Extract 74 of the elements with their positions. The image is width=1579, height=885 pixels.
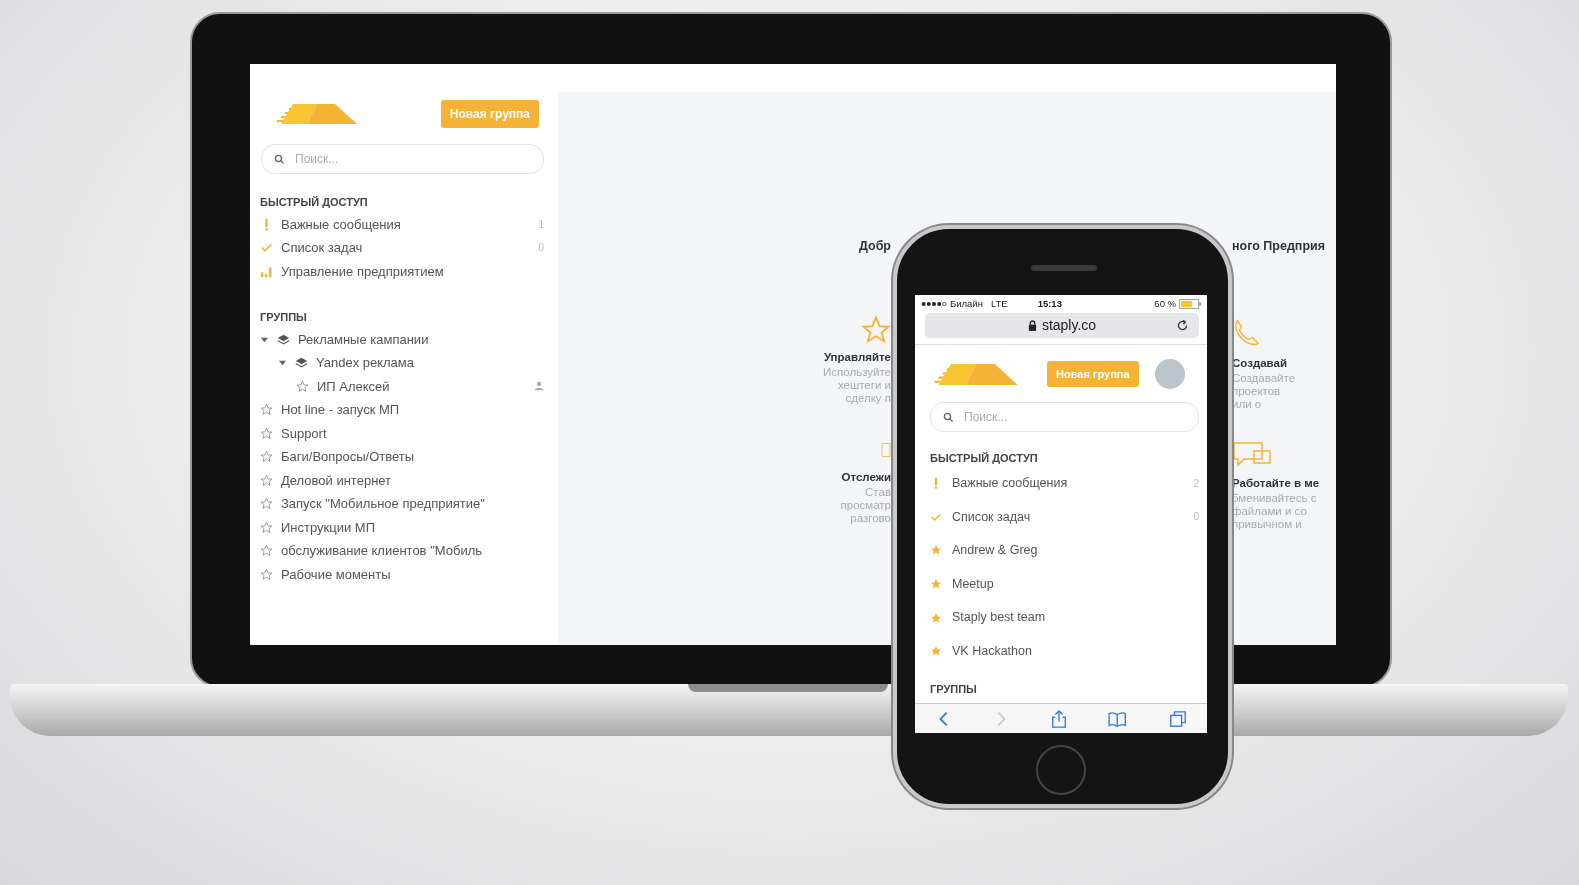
star-icon bbox=[930, 578, 942, 591]
feature-text: бменивайтесь с файлами и со привычном и bbox=[1232, 492, 1317, 531]
sidebar-item[interactable]: Список задач bbox=[952, 507, 1031, 527]
star-outline-icon bbox=[260, 544, 273, 558]
share-icon[interactable] bbox=[1049, 709, 1069, 728]
group-item[interactable]: Баги/Вопросы/Ответы bbox=[281, 447, 415, 467]
star-outline-icon bbox=[296, 379, 309, 393]
group-item[interactable]: Рабочие моменты bbox=[281, 564, 391, 584]
home-button[interactable] bbox=[1036, 745, 1086, 795]
search-field[interactable]: Поиск... bbox=[261, 144, 544, 174]
stack-icon bbox=[277, 332, 290, 346]
group-item[interactable]: Yandex реклама bbox=[316, 353, 414, 373]
group-item[interactable]: ИП Алексей bbox=[317, 376, 390, 396]
search-icon bbox=[943, 411, 954, 423]
battery-icon bbox=[1179, 299, 1201, 309]
group-item[interactable]: Инструкции МП bbox=[281, 517, 375, 537]
star-outline-icon bbox=[861, 315, 891, 345]
star-icon bbox=[930, 544, 942, 557]
tabs-icon[interactable] bbox=[1168, 709, 1189, 728]
lock-icon bbox=[1027, 320, 1037, 331]
sidebar-item[interactable]: Управление предприятием bbox=[281, 261, 444, 281]
signal-icon bbox=[921, 301, 947, 307]
bar-chart-icon bbox=[260, 264, 273, 278]
group-item[interactable]: Рекламные кампании bbox=[298, 329, 429, 349]
feature-title: Управляйте bbox=[823, 351, 891, 364]
item-count: 1 bbox=[538, 217, 544, 232]
item-count: 0 bbox=[1193, 510, 1199, 525]
check-icon bbox=[260, 241, 273, 255]
star-outline-icon bbox=[260, 473, 273, 487]
carrier-name: Билайн bbox=[950, 296, 983, 311]
star-outline-icon bbox=[260, 403, 273, 417]
feature-text: Став просматр разгово bbox=[840, 486, 891, 525]
star-outline-icon bbox=[260, 497, 273, 511]
feature-title: Создавай bbox=[1232, 357, 1287, 370]
star-icon bbox=[930, 645, 942, 658]
star-outline-icon bbox=[260, 567, 273, 581]
feature-text: Используйте хештеги и сделку п bbox=[823, 366, 891, 405]
star-icon bbox=[930, 611, 942, 624]
logo-icon bbox=[277, 102, 357, 126]
sidebar-item[interactable]: Meetup bbox=[952, 574, 994, 594]
item-count: 2 bbox=[1193, 476, 1199, 491]
section-heading: ГРУППЫ bbox=[260, 310, 308, 325]
section-heading: БЫСТРЫЙ ДОСТУП bbox=[260, 195, 369, 210]
battery-percent: 60 % bbox=[1154, 296, 1176, 311]
sidebar-item[interactable]: Andrew & Greg bbox=[952, 541, 1038, 560]
feature-title: Работайте в ме bbox=[1232, 477, 1320, 490]
sidebar-item[interactable]: Staply best team bbox=[952, 608, 1046, 628]
group-item[interactable]: Деловой интернет bbox=[281, 470, 392, 490]
sidebar-item[interactable]: Список задач bbox=[281, 238, 363, 258]
section-heading: ГРУППЫ bbox=[930, 682, 978, 698]
search-field[interactable]: Поиск... bbox=[930, 402, 1199, 432]
network-type: LTE bbox=[990, 296, 1008, 311]
sidebar-item[interactable]: Важные сообщения bbox=[281, 214, 401, 234]
address-bar[interactable]: staply.co bbox=[925, 313, 1199, 338]
welcome-heading: Добр bbox=[858, 240, 891, 253]
sidebar-item[interactable]: Важные сообщения bbox=[952, 473, 1068, 493]
group-item[interactable]: Hot line - запуск МП bbox=[281, 400, 400, 420]
search-icon bbox=[274, 153, 285, 165]
item-count: 0 bbox=[538, 241, 544, 256]
section-heading: БЫСТРЫЙ ДОСТУП bbox=[930, 451, 1039, 466]
sidebar-item[interactable]: VK Hackathon bbox=[952, 641, 1032, 661]
reload-icon[interactable] bbox=[1176, 319, 1189, 332]
feature-title: Отслежи bbox=[841, 471, 891, 484]
welcome-heading: ного Предприя bbox=[1232, 240, 1325, 253]
star-outline-icon bbox=[260, 426, 273, 440]
status-time: 15:13 bbox=[1037, 296, 1062, 311]
star-outline-icon bbox=[260, 520, 273, 534]
group-item[interactable]: обслуживание клиентов "Мобиль bbox=[281, 541, 483, 561]
stack-icon bbox=[295, 356, 308, 370]
logo-icon bbox=[933, 361, 1019, 387]
group-item[interactable]: Support bbox=[281, 423, 327, 443]
url-text: staply.co bbox=[1041, 316, 1097, 335]
group-item[interactable]: Запуск "Мобильное предприятие" bbox=[281, 494, 485, 514]
star-outline-icon bbox=[260, 450, 273, 464]
